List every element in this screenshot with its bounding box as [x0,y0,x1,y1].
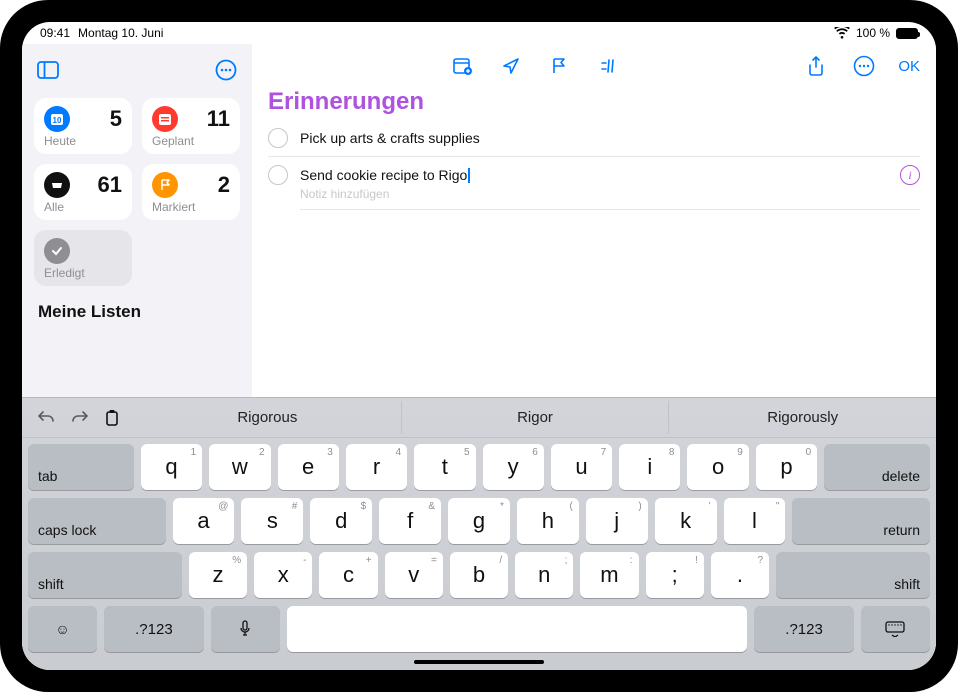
key-;[interactable]: !; [646,552,704,598]
flag-icon [152,172,178,198]
key-delete[interactable]: delete [824,444,930,490]
undo-icon[interactable] [36,409,56,427]
complete-toggle[interactable] [268,128,288,148]
clipboard-icon[interactable] [104,409,120,427]
share-icon[interactable] [802,52,830,80]
key-s[interactable]: #s [241,498,303,544]
key-x[interactable]: -x [254,552,312,598]
wifi-icon [834,27,850,39]
key-f[interactable]: &f [379,498,441,544]
key-j[interactable]: )j [586,498,648,544]
my-lists-header: Meine Listen [34,302,240,322]
suggestion-1[interactable]: Rigorous [134,401,402,434]
reminder-item[interactable]: Pick up arts & crafts supplies [268,120,920,157]
key-d[interactable]: $d [310,498,372,544]
svg-text:10: 10 [53,116,62,125]
key-k[interactable]: 'k [655,498,717,544]
more-toolbar-icon[interactable] [850,52,878,80]
status-time: 09:41 [40,26,70,40]
key-dictation[interactable] [211,606,280,652]
key-shift-right[interactable]: shift [776,552,930,598]
scheduled-count: 11 [207,106,230,132]
status-date: Montag 10. Juni [78,26,163,40]
key-space[interactable] [287,606,747,652]
calendar-add-icon[interactable] [449,52,477,80]
more-button[interactable] [212,56,240,84]
ok-button[interactable]: OK [898,58,920,75]
key-h[interactable]: (h [517,498,579,544]
completed-label: Erledigt [44,266,122,280]
location-icon[interactable] [497,52,525,80]
suggestion-2[interactable]: Rigor [402,401,670,434]
flag-toolbar-icon[interactable] [545,52,573,80]
status-bar: 09:41 Montag 10. Juni 100 % [22,22,936,44]
key-hide-keyboard[interactable] [861,606,930,652]
key-q[interactable]: 1q [141,444,202,490]
key-numsym-left[interactable]: .?123 [104,606,204,652]
complete-toggle[interactable] [268,165,288,185]
key-v[interactable]: =v [385,552,443,598]
text-cursor [468,168,470,183]
key-g[interactable]: *g [448,498,510,544]
key-tab[interactable]: tab [28,444,134,490]
sidebar-card-scheduled[interactable]: 11 Geplant [142,98,240,154]
home-indicator[interactable] [414,660,544,664]
flagged-label: Markiert [152,200,230,214]
key-w[interactable]: 2w [209,444,270,490]
list-title: Erinnerungen [252,88,936,120]
key-l[interactable]: "l [724,498,786,544]
key-c[interactable]: +c [319,552,377,598]
key-numsym-right[interactable]: .?123 [754,606,854,652]
key-.[interactable]: ?. [711,552,769,598]
tag-icon[interactable] [593,52,621,80]
info-button[interactable]: i [900,165,920,185]
sidebar-card-today[interactable]: 10 5 Heute [34,98,132,154]
scheduled-label: Geplant [152,134,230,148]
key-i[interactable]: 8i [619,444,680,490]
battery-icon [896,28,918,39]
today-count: 5 [110,106,122,132]
key-a[interactable]: @a [173,498,235,544]
key-return[interactable]: return [792,498,930,544]
key-z[interactable]: %z [189,552,247,598]
check-icon [44,238,70,264]
reminder-text[interactable]: Pick up arts & crafts supplies [300,130,480,146]
toolbar: OK [252,44,936,88]
key-y[interactable]: 6y [483,444,544,490]
key-emoji[interactable]: ☺ [28,606,97,652]
sidebar-card-flagged[interactable]: 2 Markiert [142,164,240,220]
sidebar-toggle-button[interactable] [34,56,62,84]
all-label: Alle [44,200,122,214]
inbox-icon [44,172,70,198]
key-o[interactable]: 9o [687,444,748,490]
today-label: Heute [44,134,122,148]
sidebar-card-completed[interactable]: Erledigt [34,230,132,286]
suggestion-3[interactable]: Rigorously [669,401,936,434]
flagged-count: 2 [218,172,230,198]
scheduled-icon [152,106,178,132]
all-count: 61 [98,172,122,198]
key-shift-left[interactable]: shift [28,552,182,598]
redo-icon[interactable] [70,409,90,427]
on-screen-keyboard: Rigorous Rigor Rigorously tab 1q2w3e4r5t… [22,397,936,670]
key-m[interactable]: :m [580,552,638,598]
reminder-text-editing[interactable]: Send cookie recipe to Rigo [300,167,470,183]
key-e[interactable]: 3e [278,444,339,490]
key-p[interactable]: 0p [756,444,817,490]
calendar-icon: 10 [44,106,70,132]
key-r[interactable]: 4r [346,444,407,490]
battery-percent: 100 % [856,26,890,40]
key-capslock[interactable]: caps lock [28,498,166,544]
sidebar-card-all[interactable]: 61 Alle [34,164,132,220]
key-b[interactable]: /b [450,552,508,598]
note-placeholder[interactable]: Notiz hinzufügen [300,187,920,210]
key-u[interactable]: 7u [551,444,612,490]
key-t[interactable]: 5t [414,444,475,490]
key-n[interactable]: ;n [515,552,573,598]
